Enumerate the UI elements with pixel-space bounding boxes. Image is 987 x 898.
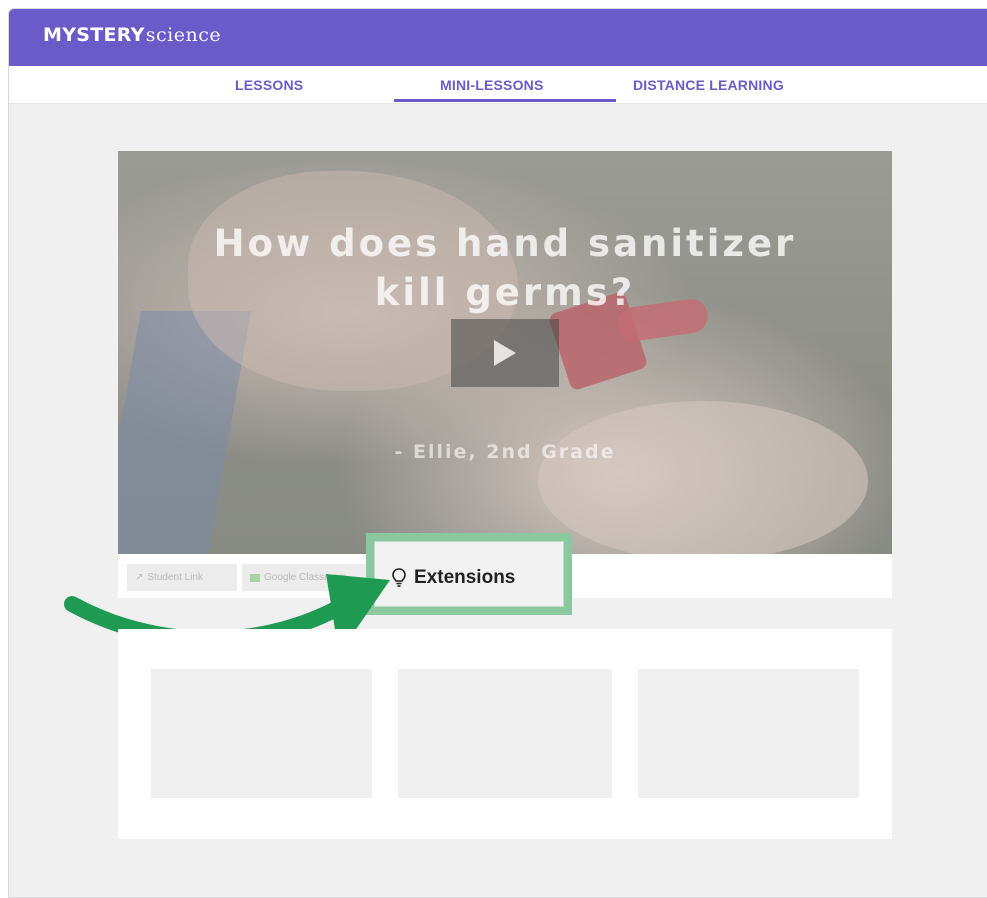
related-lessons-panel xyxy=(118,629,892,839)
extensions-button[interactable]: Extensions xyxy=(392,563,515,593)
nav-lessons[interactable]: LESSONS xyxy=(235,77,303,93)
active-tab-indicator xyxy=(394,99,616,102)
video-title-line-2: kill germs? xyxy=(374,271,636,314)
logo[interactable]: MYSTERY science xyxy=(43,24,221,46)
nav-distance-learning[interactable]: DISTANCE LEARNING xyxy=(633,77,784,93)
nav-bar: LESSONS MINI-LESSONS DISTANCE LEARNING xyxy=(9,66,987,104)
top-bar: MYSTERY science xyxy=(9,9,987,66)
lesson-card[interactable] xyxy=(638,669,859,798)
video-title-line-1: How does hand sanitizer xyxy=(213,222,797,265)
logo-bold: MYSTERY xyxy=(43,24,145,46)
video-attribution: - Ellie, 2nd Grade xyxy=(394,441,616,463)
nav-mini-lessons[interactable]: MINI-LESSONS xyxy=(440,77,544,93)
app-window: MYSTERY science LESSONS MINI-LESSONS DIS… xyxy=(8,8,987,898)
play-icon xyxy=(494,340,516,366)
extensions-label: Extensions xyxy=(414,567,516,588)
logo-light: science xyxy=(145,24,222,46)
lesson-card[interactable] xyxy=(151,669,372,798)
video-background-shape xyxy=(538,401,868,554)
play-button[interactable] xyxy=(451,319,559,387)
video-player[interactable]: How does hand sanitizer kill germs? - El… xyxy=(118,151,892,554)
lesson-card[interactable] xyxy=(398,669,612,798)
video-title: How does hand sanitizer kill germs? xyxy=(118,219,892,317)
